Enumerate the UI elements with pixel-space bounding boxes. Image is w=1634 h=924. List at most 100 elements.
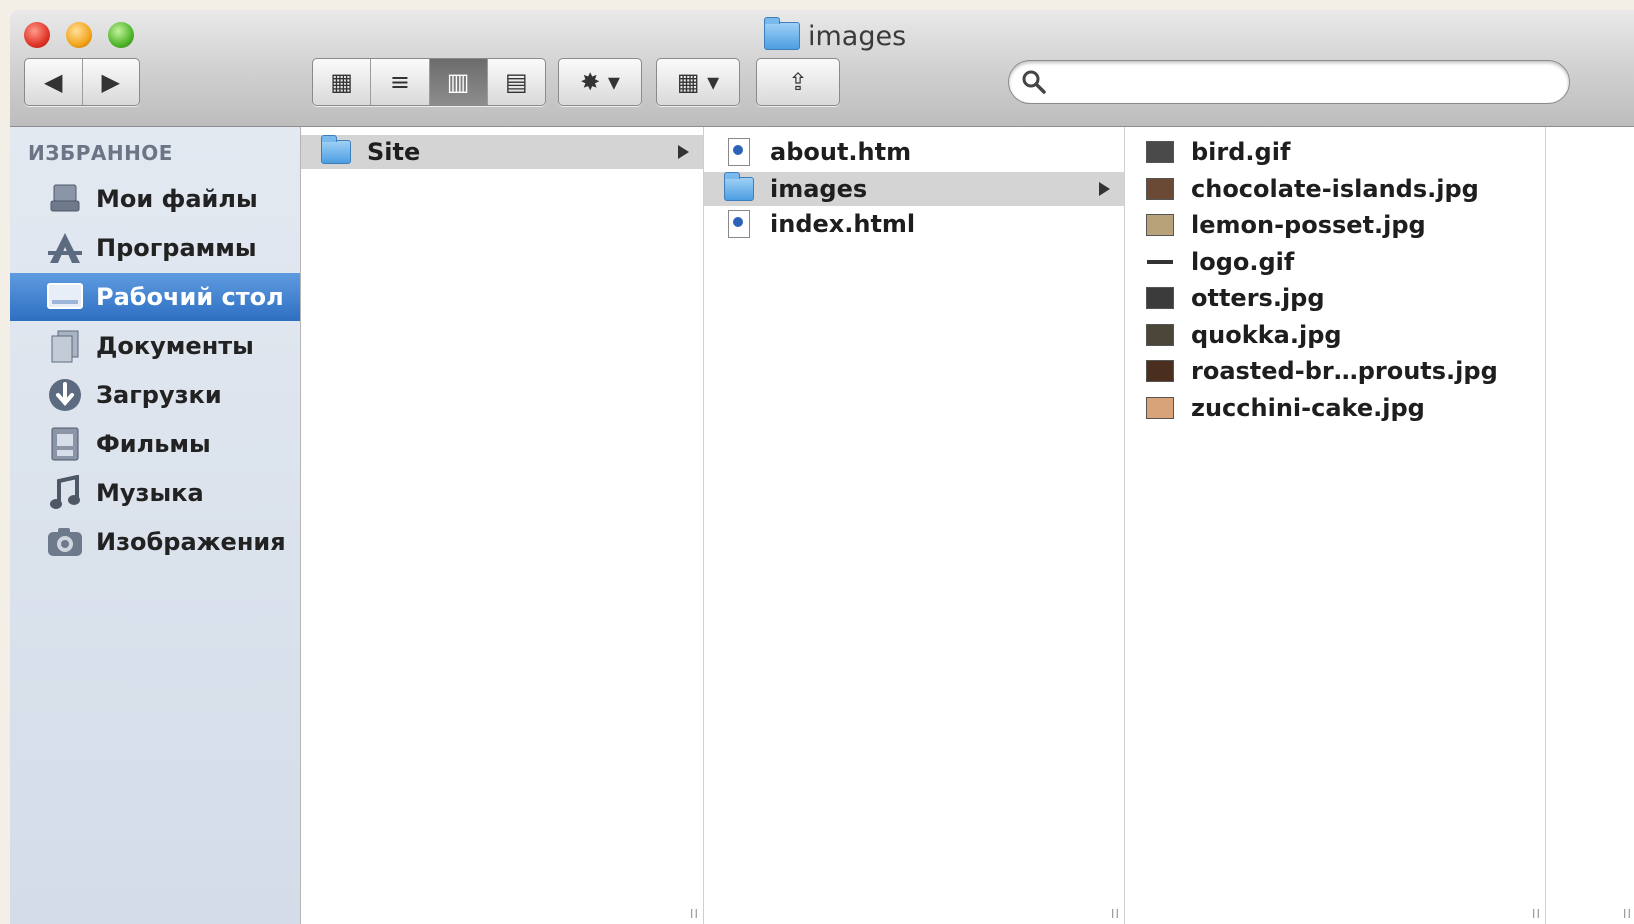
image-file-icon: [1145, 284, 1175, 312]
sidebar-item-all-files[interactable]: Мои файлы: [10, 175, 300, 223]
sidebar-item-documents[interactable]: Документы: [10, 322, 300, 370]
back-forward-control: ◀ ▶: [24, 58, 140, 106]
sidebar-item-music[interactable]: Музыка: [10, 469, 300, 517]
list-item-file[interactable]: zucchini-cake.jpg: [1125, 391, 1545, 425]
coverflow-view-button[interactable]: ▤: [488, 59, 545, 105]
item-name: roasted-br…prouts.jpg: [1191, 357, 1498, 385]
item-name: about.htm: [770, 138, 912, 166]
list-item-file[interactable]: lemon-posset.jpg: [1125, 208, 1545, 242]
image-file-icon: [1145, 175, 1175, 203]
list-item-images[interactable]: images: [704, 172, 1124, 206]
item-name: Site: [367, 138, 421, 166]
window-title-area: images: [764, 16, 906, 56]
gear-icon: ✸ ▾: [580, 68, 620, 96]
arrange-menu-button[interactable]: ▦ ▾: [656, 58, 740, 106]
list-item-file[interactable]: bird.gif: [1125, 135, 1545, 169]
item-name: zucchini-cake.jpg: [1191, 394, 1425, 422]
sidebar-item-label: Мои файлы: [96, 185, 258, 213]
sidebar-item-label: Фильмы: [96, 430, 211, 458]
item-name: lemon-posset.jpg: [1191, 211, 1426, 239]
sidebar-item-label: Программы: [96, 234, 257, 262]
html-file-icon: [724, 138, 754, 166]
icon-view-button[interactable]: ▦: [313, 59, 372, 105]
list-item-file[interactable]: chocolate-islands.jpg: [1125, 172, 1545, 206]
search-field[interactable]: [1008, 60, 1570, 104]
music-icon: [44, 475, 86, 511]
close-window-button[interactable]: [24, 22, 50, 48]
item-name: bird.gif: [1191, 138, 1291, 166]
list-item-file[interactable]: roasted-br…prouts.jpg: [1125, 354, 1545, 388]
view-mode-control: ▦ ≡ ▥ ▤: [312, 58, 546, 106]
item-name: logo.gif: [1191, 248, 1295, 276]
disclosure-arrow-icon: [1099, 182, 1110, 196]
folder-icon: [764, 17, 800, 50]
list-icon: ≡: [389, 68, 410, 96]
forward-button[interactable]: ▶: [83, 59, 140, 105]
column-resize-handle[interactable]: II: [1111, 907, 1120, 921]
folder-icon: [321, 135, 351, 166]
image-file-icon: [1145, 211, 1175, 239]
movies-icon: [44, 426, 86, 462]
column-resize-handle[interactable]: II: [1532, 907, 1541, 921]
search-icon: [1022, 70, 1046, 94]
column-resize-handle[interactable]: II: [690, 907, 699, 921]
window-title: images: [808, 20, 907, 52]
sidebar-item-desktop[interactable]: Рабочий стол: [10, 273, 300, 321]
sidebar-item-applications[interactable]: Программы: [10, 224, 300, 272]
browser-column-3[interactable]: bird.gif chocolate-islands.jpg lemon-pos…: [1125, 127, 1546, 924]
toolbar: images ◀ ▶ ▦ ≡ ▥ ▤ ✸ ▾ ▦ ▾ ⇪: [10, 10, 1634, 127]
item-name: index.html: [770, 210, 916, 238]
sidebar: ИЗБРАННОЕ Мои файлы Программы Рабочий ст…: [10, 127, 301, 924]
applications-icon: [44, 230, 86, 266]
image-file-icon: [1145, 394, 1175, 422]
list-item-index[interactable]: index.html: [704, 207, 1124, 241]
share-button[interactable]: ⇪: [756, 58, 840, 106]
arrange-icon: ▦ ▾: [676, 68, 720, 96]
pictures-icon: [44, 524, 86, 560]
documents-icon: [44, 328, 86, 364]
list-item-file[interactable]: logo.gif: [1125, 245, 1545, 279]
sidebar-header-favorites: ИЗБРАННОЕ: [28, 141, 173, 165]
image-file-icon: [1145, 357, 1175, 385]
grid-icon: ▦: [330, 68, 353, 96]
sidebar-item-label: Изображения: [96, 528, 286, 556]
column-view-button[interactable]: ▥: [429, 59, 488, 105]
image-file-icon: [1145, 321, 1175, 349]
item-name: quokka.jpg: [1191, 321, 1342, 349]
desktop-icon: [44, 279, 86, 315]
sidebar-item-movies[interactable]: Фильмы: [10, 420, 300, 468]
all-files-icon: [44, 181, 86, 217]
back-button[interactable]: ◀: [25, 59, 83, 105]
zoom-window-button[interactable]: [108, 22, 134, 48]
image-file-icon: [1145, 138, 1175, 166]
sidebar-item-downloads[interactable]: Загрузки: [10, 371, 300, 419]
sidebar-item-label: Рабочий стол: [96, 283, 284, 311]
finder-window: images ◀ ▶ ▦ ≡ ▥ ▤ ✸ ▾ ▦ ▾ ⇪ ИЗБРАННОЕ М…: [10, 10, 1634, 924]
browser-column-1[interactable]: Site II: [301, 127, 704, 924]
list-item-file[interactable]: otters.jpg: [1125, 281, 1545, 315]
browser-column-2[interactable]: about.htm images index.html II: [704, 127, 1125, 924]
forward-arrow-icon: ▶: [101, 68, 120, 96]
html-file-icon: [724, 210, 754, 238]
folder-icon: [724, 172, 754, 203]
browser-column-4[interactable]: II: [1546, 127, 1634, 924]
item-name: images: [770, 175, 868, 203]
back-arrow-icon: ◀: [44, 68, 63, 96]
search-input[interactable]: [1057, 65, 1551, 99]
minimize-window-button[interactable]: [66, 22, 92, 48]
item-name: otters.jpg: [1191, 284, 1325, 312]
coverflow-icon: ▤: [505, 68, 528, 96]
item-name: chocolate-islands.jpg: [1191, 175, 1479, 203]
list-item-file[interactable]: quokka.jpg: [1125, 318, 1545, 352]
sidebar-item-label: Загрузки: [96, 381, 222, 409]
sidebar-item-label: Музыка: [96, 479, 204, 507]
list-item-about[interactable]: about.htm: [704, 135, 1124, 169]
list-view-button[interactable]: ≡: [371, 59, 430, 105]
share-icon: ⇪: [787, 68, 809, 96]
downloads-icon: [44, 377, 86, 413]
sidebar-item-pictures[interactable]: Изображения: [10, 518, 300, 566]
list-item-site[interactable]: Site: [301, 135, 703, 169]
action-menu-button[interactable]: ✸ ▾: [558, 58, 642, 106]
column-resize-handle[interactable]: II: [1623, 907, 1632, 921]
image-file-icon: [1145, 248, 1175, 276]
